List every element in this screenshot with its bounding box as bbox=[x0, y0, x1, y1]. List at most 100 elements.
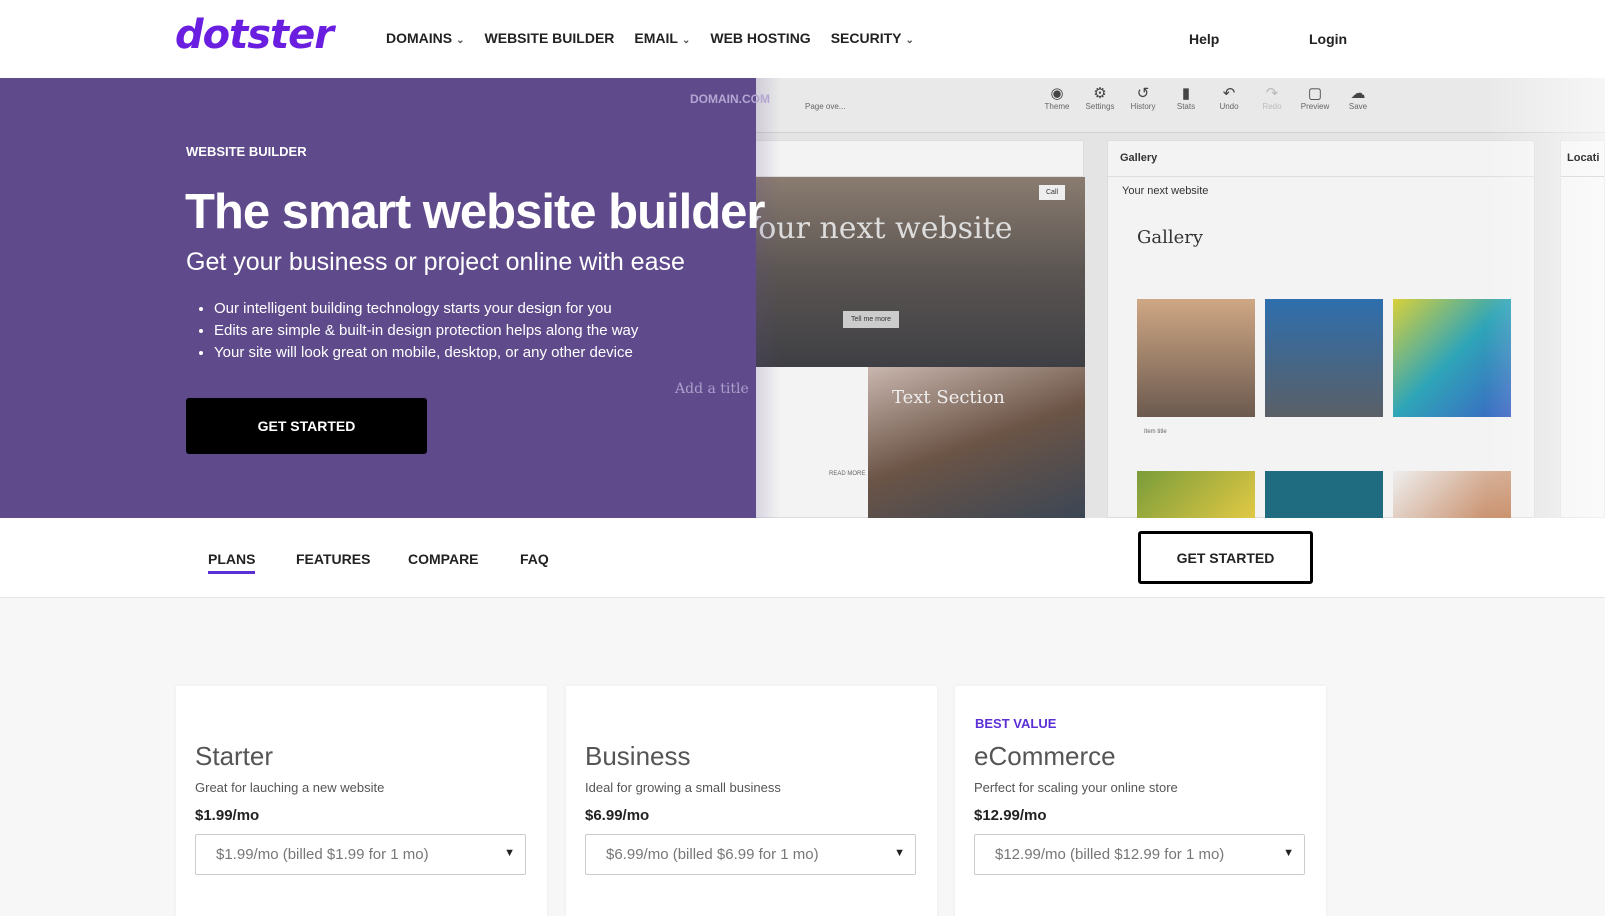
chevron-down-icon: ⌄ bbox=[681, 35, 691, 46]
mockup-gallery-panel: Gallery Your next website Gallery Item t… bbox=[1107, 140, 1535, 518]
tool-label: Theme bbox=[1044, 102, 1070, 111]
gallery-photo bbox=[1265, 471, 1383, 518]
plan-card-business: Business Ideal for growing a small busin… bbox=[566, 686, 937, 916]
bar-chart-icon: ▮ bbox=[1181, 85, 1191, 102]
save-tool: ☁ Save bbox=[1336, 84, 1380, 111]
main-nav: DOMAINS ⌄ WEBSITE BUILDER EMAIL ⌄ WEB HOST… bbox=[386, 30, 914, 46]
mockup-add-title: Add a title bbox=[675, 381, 749, 397]
history-tool: ↺ History bbox=[1121, 84, 1165, 111]
plan-desc: Great for lauching a new website bbox=[195, 780, 385, 795]
plan-name: Starter bbox=[195, 741, 274, 771]
gallery-photo bbox=[1265, 299, 1383, 417]
nav-domains[interactable]: DOMAINS ⌄ bbox=[386, 30, 465, 46]
hero-fade bbox=[660, 78, 780, 518]
plan-price: $6.99/mo bbox=[585, 807, 650, 824]
mockup-toolbar: DOMAIN.COM Page ove... ◉ Theme ⚙ Settings … bbox=[660, 78, 1605, 133]
plan-name: eCommerce bbox=[974, 741, 1116, 771]
hero-section: DOMAIN.COM Page ove... ◉ Theme ⚙ Settings … bbox=[0, 78, 1605, 518]
help-link[interactable]: Help bbox=[1189, 31, 1219, 47]
nav-label: SECURITY bbox=[830, 30, 902, 46]
mockup-gallery-heading: Gallery bbox=[1137, 227, 1204, 248]
nav-email[interactable]: EMAIL ⌄ bbox=[634, 30, 690, 46]
bullet: Your site will look great on mobile, des… bbox=[214, 342, 638, 364]
cloud-icon: ☁ bbox=[1350, 85, 1366, 102]
tab-plans[interactable]: PLANS bbox=[208, 551, 256, 574]
tool-label: Settings bbox=[1085, 102, 1115, 111]
mockup-text-section: Text Section bbox=[892, 387, 1005, 408]
billing-select[interactable]: $12.99/mo (billed $12.99 for 1 mo) ▼ bbox=[974, 834, 1305, 875]
select-value: $6.99/mo (billed $6.99 for 1 mo) bbox=[606, 846, 819, 863]
tool-label: Undo bbox=[1219, 102, 1239, 111]
tool-label: Preview bbox=[1300, 102, 1330, 111]
plans-subnav: PLANS FEATURES COMPARE FAQ GET STARTED bbox=[0, 518, 1605, 598]
undo-icon: ↶ bbox=[1222, 85, 1236, 102]
chevron-down-icon: ⌄ bbox=[456, 35, 465, 46]
preview-tool: ▢ Preview bbox=[1293, 84, 1337, 111]
nav-label: DOMAINS bbox=[386, 30, 453, 46]
nav-label: WEBSITE BUILDER bbox=[484, 30, 615, 46]
history-icon: ↺ bbox=[1136, 85, 1150, 102]
undo-tool: ↶ Undo bbox=[1207, 84, 1251, 111]
subnav-get-started-button[interactable]: GET STARTED bbox=[1138, 531, 1313, 584]
plan-card-ecommerce: BEST VALUE eCommerce Perfect for scaling… bbox=[955, 686, 1326, 916]
palette-icon: ◉ bbox=[1050, 85, 1064, 102]
caret-down-icon: ▼ bbox=[504, 847, 515, 859]
select-value: $12.99/mo (billed $12.99 for 1 mo) bbox=[995, 846, 1225, 863]
mockup-site-title: Your next website bbox=[1122, 185, 1209, 197]
plan-desc: Ideal for growing a small business bbox=[585, 780, 781, 795]
hero-eyebrow: WEBSITE BUILDER bbox=[186, 144, 307, 159]
bullet: Edits are simple & built-in design prote… bbox=[214, 320, 638, 342]
tab-faq[interactable]: FAQ bbox=[520, 551, 549, 567]
mockup-tell-me-more: Tell me more bbox=[843, 311, 900, 328]
chevron-down-icon: ⌄ bbox=[905, 35, 914, 46]
tab-compare[interactable]: COMPARE bbox=[408, 551, 479, 567]
theme-tool: ◉ Theme bbox=[1035, 84, 1079, 111]
site-header: dotster DOMAINS ⌄ WEBSITE BUILDER EMAIL ⌄ … bbox=[0, 0, 1605, 78]
tool-label: History bbox=[1130, 102, 1156, 111]
redo-icon: ↷ bbox=[1265, 85, 1279, 102]
nav-web-hosting[interactable]: WEB HOSTING bbox=[710, 30, 810, 46]
login-link[interactable]: Login bbox=[1309, 31, 1347, 47]
dotster-logo[interactable]: dotster bbox=[175, 12, 334, 58]
mockup-brand: DOMAIN.COM bbox=[690, 92, 770, 106]
billing-select[interactable]: $1.99/mo (billed $1.99 for 1 mo) ▼ bbox=[195, 834, 526, 875]
hero-title: The smart website builder bbox=[185, 185, 765, 239]
nav-label: EMAIL bbox=[634, 30, 678, 46]
caret-down-icon: ▼ bbox=[1283, 847, 1294, 859]
bullet: Our intelligent building technology star… bbox=[214, 298, 638, 320]
tab-features[interactable]: FEATURES bbox=[296, 551, 370, 567]
best-value-badge: BEST VALUE bbox=[975, 716, 1057, 731]
hero-subtitle: Get your business or project online with… bbox=[186, 248, 685, 276]
plan-card-starter: Starter Great for lauching a new website… bbox=[176, 686, 547, 916]
plan-name: Business bbox=[585, 741, 691, 771]
builder-mockup-image: DOMAIN.COM Page ove... ◉ Theme ⚙ Settings … bbox=[660, 78, 1605, 518]
mockup-read-more: READ MORE bbox=[829, 471, 866, 477]
hero-get-started-button[interactable]: GET STARTED bbox=[186, 398, 427, 454]
tool-label: Stats bbox=[1176, 102, 1196, 111]
nav-website-builder[interactable]: WEBSITE BUILDER bbox=[485, 30, 615, 46]
panel-header: Gallery bbox=[1108, 141, 1534, 177]
plan-desc: Perfect for scaling your online store bbox=[974, 780, 1178, 795]
monitor-icon: ▢ bbox=[1307, 85, 1323, 102]
select-value: $1.99/mo (billed $1.99 for 1 mo) bbox=[216, 846, 429, 863]
redo-tool: ↷ Redo bbox=[1250, 84, 1294, 111]
gallery-photo bbox=[1137, 299, 1255, 417]
gallery-item-title: Item title bbox=[1144, 429, 1167, 435]
billing-select[interactable]: $6.99/mo (billed $6.99 for 1 mo) ▼ bbox=[585, 834, 916, 875]
tool-label: Redo bbox=[1262, 102, 1282, 111]
stats-tool: ▮ Stats bbox=[1164, 84, 1208, 111]
mockup-page-select: Page ove... bbox=[805, 102, 846, 111]
gear-icon: ⚙ bbox=[1093, 85, 1107, 102]
gallery-photo bbox=[1137, 471, 1255, 518]
caret-down-icon: ▼ bbox=[894, 847, 905, 859]
nav-label: WEB HOSTING bbox=[710, 30, 811, 46]
plan-price: $1.99/mo bbox=[195, 807, 260, 824]
coast-photo: Text Section bbox=[868, 367, 1085, 518]
settings-tool: ⚙ Settings bbox=[1078, 84, 1122, 111]
mockup-call-button: Call bbox=[1039, 185, 1066, 200]
mockup-site-title: Your next website bbox=[741, 211, 1013, 246]
panel-header: Locati bbox=[1561, 141, 1604, 177]
tool-label: Save bbox=[1348, 102, 1368, 111]
nav-security[interactable]: SECURITY ⌄ bbox=[831, 30, 914, 46]
hero-bullets: Our intelligent building technology star… bbox=[214, 298, 638, 364]
